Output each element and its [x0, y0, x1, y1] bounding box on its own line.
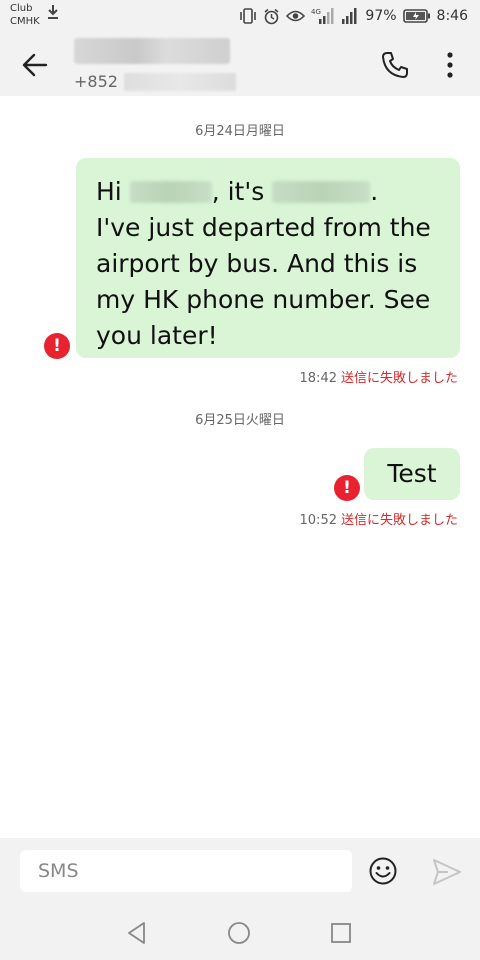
message-meta: 18:42 送信に失敗しました — [300, 367, 458, 386]
error-icon[interactable]: ! — [334, 475, 360, 501]
error-icon[interactable]: ! — [44, 333, 70, 359]
message-composer — [0, 838, 480, 904]
message-meta: 10:52 送信に失敗しました — [300, 509, 458, 528]
battery-percent: 97% — [365, 8, 397, 24]
battery-icon — [402, 9, 430, 23]
sms-input[interactable] — [20, 850, 352, 892]
date-separator: 6月24日月曜日 — [195, 124, 285, 139]
redacted-name — [272, 181, 371, 203]
message-body: I've just departed from the airport by b… — [96, 213, 431, 350]
message-text: Hi , it's . I've just departed from the … — [96, 174, 440, 354]
contact-number-redacted — [123, 72, 236, 91]
signal-4g-icon: 4G — [311, 8, 334, 24]
clock: 8:46 — [436, 8, 468, 24]
alarm-icon — [264, 8, 279, 24]
contact-number: +852 — [74, 72, 236, 91]
send-failed-status: 送信に失敗しました — [340, 513, 458, 528]
more-vert-icon[interactable] — [440, 50, 460, 80]
phone-icon[interactable] — [380, 50, 410, 80]
date-separator: 6月25日火曜日 — [195, 413, 285, 428]
nav-back-icon[interactable] — [124, 920, 150, 946]
eye-icon — [286, 10, 306, 22]
back-arrow-icon[interactable] — [20, 50, 50, 80]
redacted-name — [129, 181, 212, 203]
carrier-line-1: Club — [10, 3, 33, 14]
download-icon — [48, 5, 58, 19]
message-bubble[interactable]: Hi , it's . I've just departed from the … — [76, 158, 460, 358]
system-navigation-bar — [0, 904, 480, 960]
carrier-label: Club CMHK — [10, 2, 40, 28]
svg-text:4G: 4G — [311, 8, 321, 16]
contact-name-redacted — [74, 38, 230, 64]
message-time: 18:42 — [299, 371, 337, 386]
message-its: , it's — [211, 177, 265, 206]
send-icon[interactable] — [432, 858, 462, 886]
signal-icon — [342, 8, 357, 24]
message-time: 10:52 — [299, 513, 337, 528]
contact-number-prefix: +852 — [74, 72, 118, 91]
message-period: . — [370, 177, 379, 206]
status-icons: 4G 97% 8:46 — [239, 0, 468, 32]
conversation-header: +852 — [0, 32, 480, 96]
status-bar: Club CMHK 4G 97% 8:46 — [0, 0, 480, 32]
message-greeting: Hi — [96, 177, 122, 206]
send-failed-status: 送信に失敗しました — [340, 371, 458, 386]
message-text: Test — [387, 459, 437, 488]
nav-recent-icon[interactable] — [328, 920, 354, 946]
vibrate-icon — [240, 8, 257, 24]
nav-home-icon[interactable] — [226, 920, 252, 946]
emoji-icon[interactable] — [368, 856, 398, 886]
carrier-line-2: CMHK — [10, 16, 40, 27]
message-bubble[interactable]: Test — [364, 448, 460, 500]
